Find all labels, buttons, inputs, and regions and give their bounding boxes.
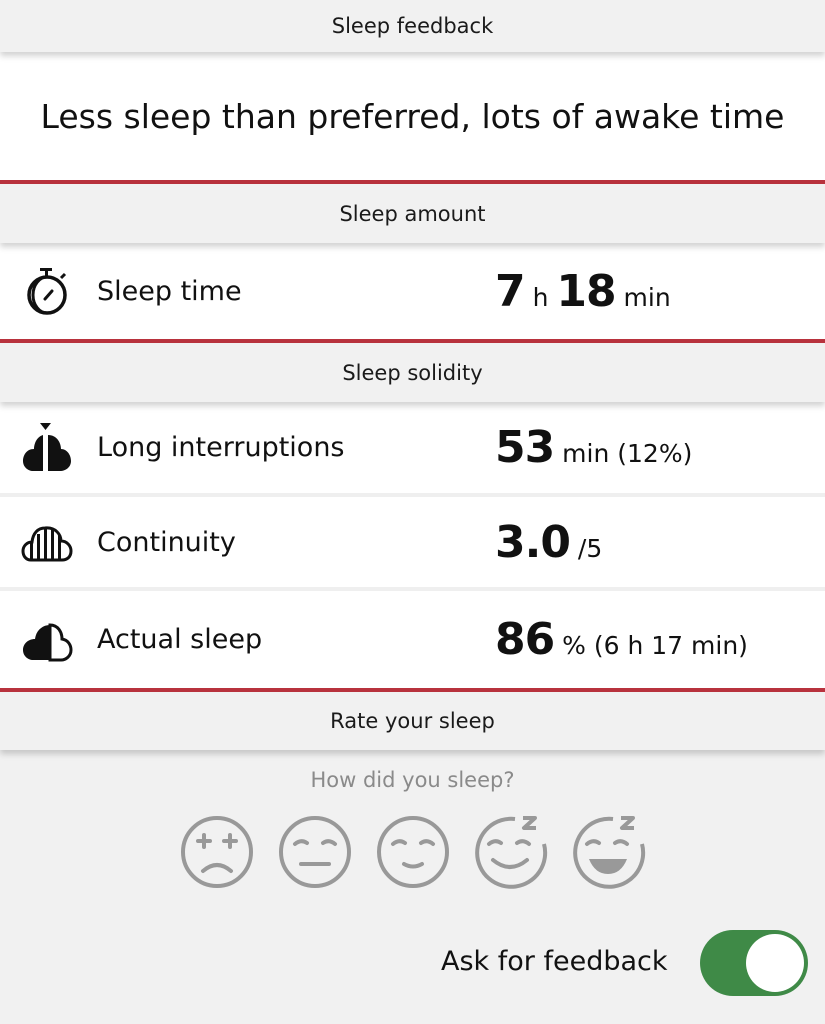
metric-label: Long interruptions [97, 432, 345, 463]
section-header-sleep-amount: Sleep amount [0, 184, 825, 243]
rating-prompt: How did you sleep? [310, 768, 515, 792]
value-detail: min (12%) [554, 439, 693, 468]
stopwatch-moon-icon [20, 264, 74, 318]
feedback-summary-text: Less sleep than preferred, lots of awake… [40, 96, 785, 136]
section-header-rate-your-sleep: Rate your sleep [0, 692, 825, 750]
bad-face-icon[interactable] [277, 814, 353, 890]
minutes-value: 18 [556, 265, 616, 317]
interrupted-cloud-icon [20, 421, 74, 475]
page-header: Sleep feedback [0, 0, 825, 52]
section-title: Sleep solidity [342, 360, 483, 385]
metric-row-continuity[interactable]: Continuity 3.0 /5 [0, 497, 825, 587]
primary-value: 53 [495, 422, 555, 473]
ask-for-feedback-row: Ask for feedback [0, 930, 825, 998]
value-detail: /5 [569, 533, 603, 563]
continuity-value: 3.0 /5 [495, 517, 602, 568]
section-divider [0, 688, 825, 692]
very-good-sleepy-face-icon[interactable] [571, 814, 647, 890]
metric-label: Actual sleep [97, 624, 263, 655]
feedback-summary: Less sleep than preferred, lots of awake… [0, 52, 825, 180]
minutes-unit: min [615, 282, 671, 312]
metric-row-long-interruptions[interactable]: Long interruptions 53 min (12%) [0, 402, 825, 493]
value-detail: % (6 h 17 min) [554, 631, 748, 660]
section-divider [0, 180, 825, 184]
primary-value: 86 [495, 614, 555, 665]
metric-label: Continuity [97, 526, 236, 558]
toggle-knob [746, 934, 804, 992]
page-title: Sleep feedback [331, 14, 494, 38]
striped-cloud-icon [20, 515, 74, 569]
good-sleepy-face-icon[interactable] [473, 814, 549, 890]
section-title: Rate your sleep [330, 709, 495, 733]
metric-row-sleep-time[interactable]: Sleep time 7 h 18 min [0, 243, 825, 339]
section-title: Sleep amount [339, 201, 486, 226]
actual-sleep-value: 86 % (6 h 17 min) [495, 614, 748, 665]
section-divider [0, 339, 825, 343]
hours-unit: h [524, 282, 557, 312]
half-filled-cloud-icon [20, 613, 74, 667]
long-interruptions-value: 53 min (12%) [495, 422, 692, 473]
ask-for-feedback-label: Ask for feedback [441, 946, 668, 977]
ask-for-feedback-toggle[interactable] [700, 930, 808, 996]
hours-value: 7 [495, 265, 526, 317]
metric-label: Sleep time [97, 275, 242, 307]
neutral-face-icon[interactable] [375, 814, 451, 890]
metric-row-actual-sleep[interactable]: Actual sleep 86 % (6 h 17 min) [0, 591, 825, 688]
primary-value: 3.0 [495, 516, 571, 568]
sleep-rating-options [179, 814, 647, 890]
sleep-time-value: 7 h 18 min [495, 266, 671, 317]
section-header-sleep-solidity: Sleep solidity [0, 343, 825, 402]
very-bad-face-icon[interactable] [179, 814, 255, 890]
